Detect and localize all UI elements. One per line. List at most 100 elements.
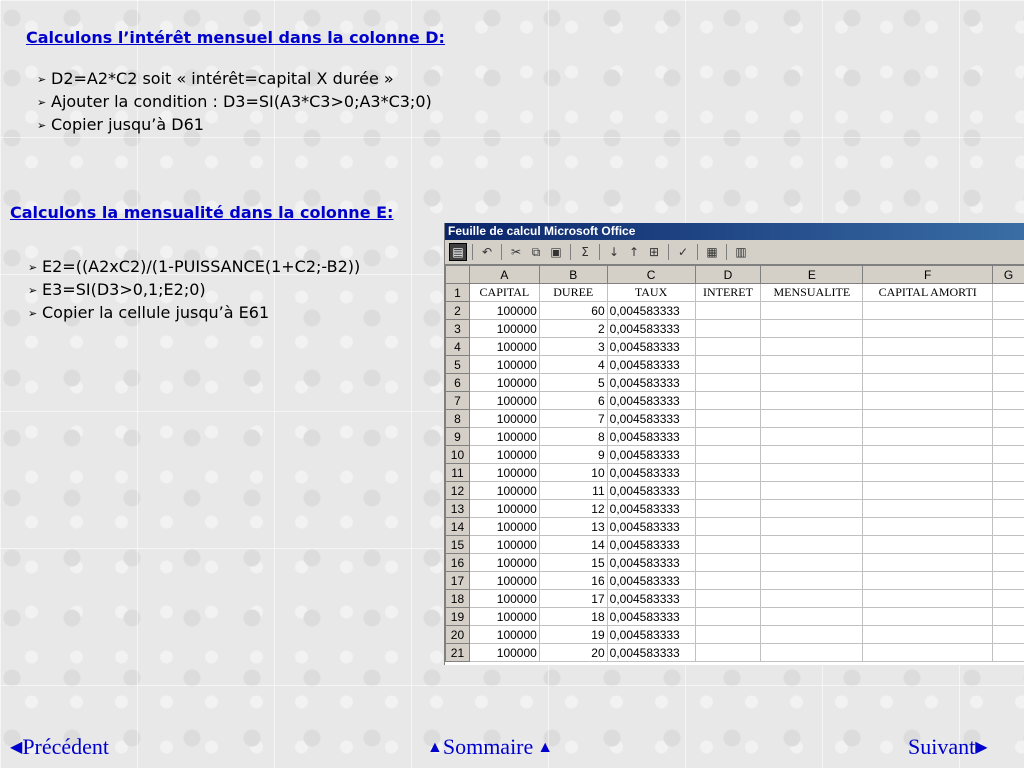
cell[interactable]: 100000 [468,499,540,518]
cell[interactable]: 100000 [468,571,540,590]
cell[interactable] [760,373,864,392]
cell[interactable] [694,319,762,338]
cell[interactable]: 100000 [468,445,540,464]
cell[interactable] [694,535,762,554]
row-header[interactable]: 11 [445,463,470,482]
cell[interactable]: 100000 [468,607,540,626]
next-link[interactable]: Suivant▶ [908,734,988,760]
row-header[interactable]: 15 [445,535,470,554]
row-header[interactable]: 6 [445,373,470,392]
cell[interactable]: 100000 [468,625,540,644]
cell[interactable] [992,337,1024,356]
cell[interactable] [862,409,994,428]
cell[interactable]: CAPITAL [468,283,540,302]
cell[interactable] [992,355,1024,374]
row-header[interactable]: 17 [445,571,470,590]
row-header[interactable]: 9 [445,427,470,446]
cell[interactable] [992,283,1024,302]
column-header[interactable]: C [606,265,696,284]
cell[interactable] [992,535,1024,554]
row-header[interactable]: 3 [445,319,470,338]
cell[interactable] [760,643,864,662]
cell[interactable]: 100000 [468,409,540,428]
sort-descending-icon[interactable]: ↑ [625,243,643,261]
cell[interactable] [992,409,1024,428]
cell[interactable] [992,445,1024,464]
cell[interactable] [862,445,994,464]
cell[interactable] [992,319,1024,338]
cell[interactable]: 7 [538,409,608,428]
cell[interactable]: 0,004583333 [606,481,696,500]
cell[interactable] [862,373,994,392]
cell[interactable] [862,625,994,644]
column-header[interactable]: F [862,265,994,284]
cell[interactable]: 100000 [468,301,540,320]
autofilter-icon[interactable]: ⊞ [645,243,663,261]
cell[interactable]: 0,004583333 [606,427,696,446]
cell[interactable] [760,499,864,518]
spell-check-icon[interactable]: ✓ [674,243,692,261]
cell[interactable] [862,553,994,572]
paste-icon[interactable]: ▣ [547,243,565,261]
cell[interactable]: 100000 [468,589,540,608]
row-header[interactable]: 13 [445,499,470,518]
cell[interactable]: 100000 [468,643,540,662]
cell[interactable] [760,355,864,374]
cell[interactable]: 16 [538,571,608,590]
cell[interactable] [992,571,1024,590]
cell[interactable]: 3 [538,337,608,356]
cell[interactable]: 0,004583333 [606,589,696,608]
cell[interactable] [992,643,1024,662]
cell[interactable] [862,301,994,320]
excel-logo-icon[interactable]: ▤ [449,243,467,261]
cell[interactable]: 12 [538,499,608,518]
cell[interactable]: 5 [538,373,608,392]
cell[interactable] [694,373,762,392]
undo-icon[interactable]: ↶ [478,243,496,261]
cell[interactable] [992,625,1024,644]
cell[interactable]: 100000 [468,463,540,482]
cell[interactable]: 0,004583333 [606,355,696,374]
cell[interactable] [694,571,762,590]
row-header[interactable]: 12 [445,481,470,500]
cell[interactable] [694,625,762,644]
cell[interactable]: 0,004583333 [606,553,696,572]
autosum-icon[interactable]: Σ [576,243,594,261]
cell[interactable] [760,607,864,626]
cell[interactable] [694,427,762,446]
cell[interactable] [694,643,762,662]
cell[interactable] [760,427,864,446]
cell[interactable]: 0,004583333 [606,337,696,356]
cell[interactable]: 15 [538,553,608,572]
cut-icon[interactable]: ✂ [507,243,525,261]
cell[interactable]: 0,004583333 [606,319,696,338]
cell[interactable] [694,445,762,464]
cell[interactable] [694,391,762,410]
cell[interactable]: TAUX [606,283,696,302]
cell[interactable]: 8 [538,427,608,446]
cell[interactable] [992,301,1024,320]
row-header[interactable]: 5 [445,355,470,374]
cell[interactable] [992,553,1024,572]
cell[interactable] [862,463,994,482]
cell[interactable] [992,499,1024,518]
cell[interactable] [760,517,864,536]
cell[interactable]: 9 [538,445,608,464]
cell[interactable] [760,589,864,608]
export-icon[interactable]: ▦ [703,243,721,261]
cell[interactable]: 11 [538,481,608,500]
row-header[interactable]: 8 [445,409,470,428]
cell[interactable] [760,535,864,554]
cell[interactable]: 10 [538,463,608,482]
cell[interactable]: INTERET [694,283,762,302]
cell[interactable] [862,481,994,500]
cell[interactable] [862,607,994,626]
row-header[interactable]: 21 [445,643,470,662]
cell[interactable] [694,355,762,374]
cell[interactable]: 0,004583333 [606,463,696,482]
cell[interactable] [992,391,1024,410]
previous-link[interactable]: ◀Précédent [10,734,109,760]
row-header[interactable]: 16 [445,553,470,572]
cell[interactable] [694,589,762,608]
cell[interactable] [862,499,994,518]
